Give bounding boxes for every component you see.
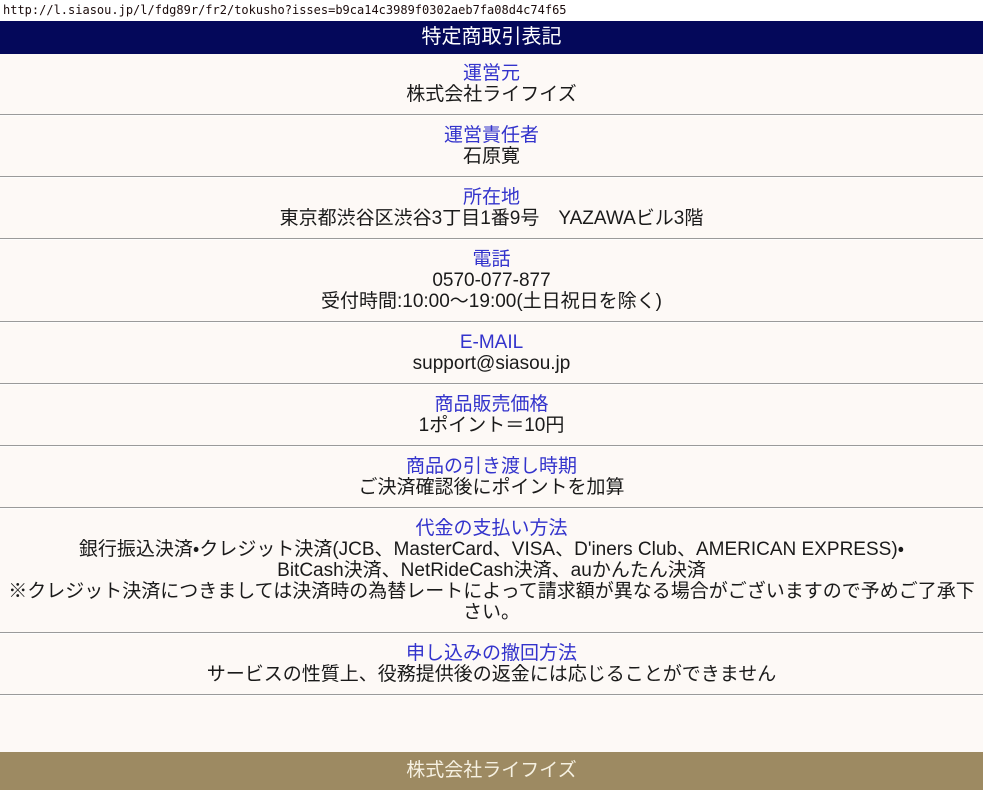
section-body-line: 石原寛 bbox=[8, 146, 975, 167]
section-phone: 電話 0570-077-877 受付時間:10:00～19:00(土日祝日を除く… bbox=[0, 240, 983, 321]
section-body-line: 株式会社ライフイズ bbox=[8, 84, 975, 105]
section-payment-methods: 代金の支払い方法 銀行振込決済・クレジット決済(JCB、MasterCard、V… bbox=[0, 509, 983, 632]
section-heading: 運営元 bbox=[8, 63, 975, 84]
section-heading: 運営責任者 bbox=[8, 125, 975, 146]
section-heading: E-MAIL bbox=[8, 332, 975, 353]
section-delivery-time: 商品の引き渡し時期 ご決済確認後にポイントを加算 bbox=[0, 447, 983, 507]
footer-company-name: 株式会社ライフイズ bbox=[406, 760, 576, 781]
tokusho-content: 運営元 株式会社ライフイズ 運営責任者 石原寛 所在地 東京都渋谷区渋谷3丁目1… bbox=[0, 54, 983, 752]
section-price: 商品販売価格 1ポイント＝10円 bbox=[0, 385, 983, 445]
email-address: support@siasou.jp bbox=[8, 353, 975, 374]
bottom-spacer bbox=[0, 696, 983, 752]
section-responsible-person: 運営責任者 石原寛 bbox=[0, 116, 983, 176]
section-heading: 所在地 bbox=[8, 187, 975, 208]
payment-methods-line: BitCash決済、NetRideCash決済、auかんたん決済 bbox=[8, 560, 975, 581]
section-operator: 運営元 株式会社ライフイズ bbox=[0, 54, 983, 114]
phone-hours: 受付時間:10:00～19:00(土日祝日を除く) bbox=[8, 291, 975, 312]
section-body-line: ご決済確認後にポイントを加算 bbox=[8, 477, 975, 498]
section-heading: 電話 bbox=[8, 249, 975, 270]
page-url-text: http://l.siasou.jp/l/fdg89r/fr2/tokusho?… bbox=[0, 0, 983, 21]
phone-number: 0570-077-877 bbox=[8, 270, 975, 291]
section-heading: 商品の引き渡し時期 bbox=[8, 456, 975, 477]
page-title: 特定商取引表記 bbox=[422, 26, 562, 48]
section-withdrawal: 申し込みの撤回方法 サービスの性質上、役務提供後の返金には応じることができません bbox=[0, 634, 983, 694]
section-address: 所在地 東京都渋谷区渋谷3丁目1番9号 YAZAWAビル3階 bbox=[0, 178, 983, 238]
page-title-bar: 特定商取引表記 bbox=[0, 21, 983, 54]
section-heading: 商品販売価格 bbox=[8, 394, 975, 415]
section-body-line: 東京都渋谷区渋谷3丁目1番9号 YAZAWAビル3階 bbox=[8, 208, 975, 229]
section-email: E-MAIL support@siasou.jp bbox=[0, 323, 983, 383]
payment-methods-line: 銀行振込決済・クレジット決済(JCB、MasterCard、VISA、D'ine… bbox=[8, 539, 975, 560]
section-heading: 申し込みの撤回方法 bbox=[8, 643, 975, 664]
section-heading: 代金の支払い方法 bbox=[8, 518, 975, 539]
section-body-line: サービスの性質上、役務提供後の返金には応じることができません bbox=[8, 664, 975, 685]
section-body-line: 1ポイント＝10円 bbox=[8, 415, 975, 436]
footer-bar: 株式会社ライフイズ bbox=[0, 752, 983, 790]
payment-note: ※クレジット決済につきましては決済時の為替レートによって請求額が異なる場合がござ… bbox=[8, 581, 975, 623]
